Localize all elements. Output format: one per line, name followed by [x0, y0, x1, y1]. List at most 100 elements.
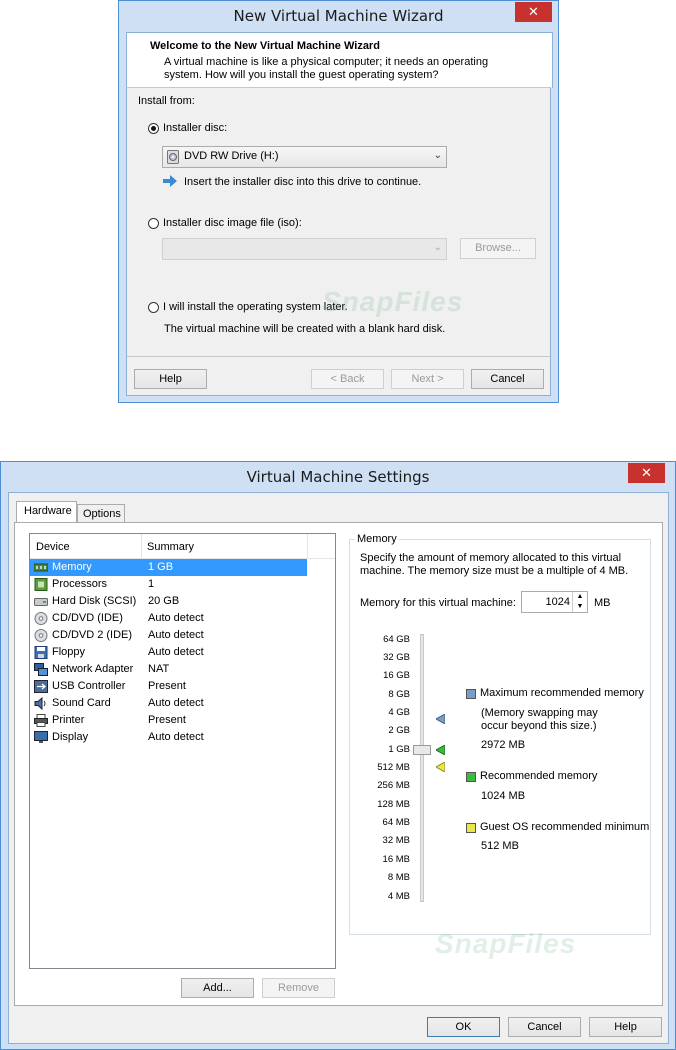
max-recommended-marker-icon: [434, 713, 446, 727]
list-item-processors[interactable]: Processors 1: [30, 576, 307, 593]
device-list-header: Device Summary: [30, 534, 335, 559]
list-item-memory[interactable]: Memory 1 GB: [30, 559, 307, 576]
list-item-printer[interactable]: Printer Present: [30, 712, 307, 729]
close-button[interactable]: ✕: [628, 463, 665, 483]
wizard-header: Welcome to the New Virtual Machine Wizar…: [126, 32, 553, 88]
scale-tick: 1 GB: [388, 744, 410, 755]
recommended-swatch: [466, 772, 476, 782]
window-title: New Virtual Machine Wizard: [233, 7, 444, 25]
browse-button[interactable]: Browse...: [460, 238, 536, 259]
tab-options[interactable]: Options: [77, 504, 125, 523]
guest-minimum-marker-icon: [434, 761, 446, 775]
device-name: USB Controller: [52, 680, 126, 692]
hard-disk-icon: [34, 595, 48, 608]
vm-settings-window: Virtual Machine Settings ✕ Hardware Opti…: [0, 461, 676, 1050]
guest-minimum-value: 512 MB: [481, 840, 519, 852]
memory-group: Memory Specify the amount of memory allo…: [349, 533, 651, 935]
wizard-header-desc-line1: A virtual machine is like a physical com…: [164, 56, 489, 68]
sound-card-icon: [34, 696, 48, 711]
wizard-header-title: Welcome to the New Virtual Machine Wizar…: [150, 40, 380, 52]
scale-tick: 4 MB: [387, 891, 410, 902]
device-name: Network Adapter: [52, 663, 134, 675]
list-item-hard-disk[interactable]: Hard Disk (SCSI) 20 GB: [30, 593, 307, 610]
tab-hardware[interactable]: Hardware: [16, 501, 77, 523]
iso-path-combo[interactable]: ⌄: [162, 238, 447, 260]
disc-hint: Insert the installer disc into this driv…: [184, 176, 422, 188]
device-summary: 20 GB: [148, 595, 180, 607]
recommended-marker-icon: [434, 744, 446, 758]
device-list[interactable]: Device Summary Memory 1 GB Processors 1: [29, 533, 336, 969]
device-summary: NAT: [148, 663, 170, 675]
memory-slider-track[interactable]: [420, 634, 424, 902]
processor-icon: [34, 578, 48, 591]
chevron-down-icon: ⌄: [433, 150, 442, 161]
device-summary: Auto detect: [148, 646, 204, 658]
list-item-sound-card[interactable]: Sound Card Auto detect: [30, 695, 307, 712]
device-summary: Auto detect: [148, 612, 204, 624]
wizard-header-desc-line2: system. How will you install the guest o…: [164, 69, 439, 81]
iso-label[interactable]: Installer disc image file (iso):: [163, 217, 302, 229]
device-summary: 1: [148, 578, 155, 590]
scale-tick: 256 MB: [377, 780, 410, 791]
install-later-hint: The virtual machine will be created with…: [164, 323, 446, 335]
installer-disc-label[interactable]: Installer disc:: [163, 122, 227, 134]
max-recommended-swatch: [466, 689, 476, 699]
list-item-network-adapter[interactable]: Network Adapter NAT: [30, 661, 307, 678]
device-name: Memory: [52, 561, 92, 573]
install-later-label[interactable]: I will install the operating system late…: [163, 301, 348, 313]
recommended-value: 1024 MB: [481, 790, 526, 802]
memory-spinbox[interactable]: 1024 ▲ ▼: [521, 591, 588, 613]
window-title: Virtual Machine Settings: [246, 468, 430, 486]
tab-hardware-label: Hardware: [24, 505, 72, 517]
scale-tick: 16 MB: [382, 854, 410, 865]
summary-column-header[interactable]: Summary: [147, 541, 194, 553]
installer-disc-radio[interactable]: [148, 123, 159, 134]
device-column-header[interactable]: Device: [36, 541, 70, 553]
watermark-logo: SnapFiles: [322, 286, 464, 317]
close-button[interactable]: ✕: [515, 2, 552, 22]
recommended-label: Recommended memory: [480, 770, 598, 782]
scale-tick: 2 GB: [388, 725, 410, 736]
device-name: CD/DVD 2 (IDE): [52, 629, 133, 641]
memory-unit: MB: [594, 597, 611, 609]
guest-minimum-label: Guest OS recommended minimum: [480, 821, 650, 833]
scale-tick: 4 GB: [388, 707, 410, 718]
list-item-cd-dvd-2[interactable]: CD/DVD 2 (IDE) Auto detect: [30, 627, 307, 644]
memory-slider-thumb[interactable]: [413, 745, 431, 755]
drive-select[interactable]: DVD RW Drive (H:) ⌄: [162, 146, 447, 168]
ok-button[interactable]: OK: [427, 1017, 500, 1037]
list-item-cd-dvd[interactable]: CD/DVD (IDE) Auto detect: [30, 610, 307, 627]
scale-tick: 512 MB: [377, 762, 410, 773]
iso-radio[interactable]: [148, 218, 159, 229]
next-button[interactable]: Next >: [391, 369, 464, 389]
floppy-icon: [34, 646, 48, 659]
remove-button[interactable]: Remove: [262, 978, 335, 998]
spin-down-icon[interactable]: ▼: [572, 602, 587, 612]
device-name: Sound Card: [52, 697, 111, 709]
cd-dvd-icon: [34, 612, 48, 625]
help-button[interactable]: Help: [134, 369, 207, 389]
tab-options-label: Options: [83, 508, 121, 520]
column-divider: [307, 534, 308, 558]
max-recommended-label: Maximum recommended memory: [480, 687, 644, 699]
help-button[interactable]: Help: [589, 1017, 662, 1037]
device-name: Floppy: [52, 646, 86, 658]
device-summary: Auto detect: [148, 731, 204, 743]
cancel-button[interactable]: Cancel: [471, 369, 544, 389]
spin-up-icon[interactable]: ▲: [572, 592, 587, 602]
device-summary: 1 GB: [148, 561, 174, 573]
back-button[interactable]: < Back: [311, 369, 384, 389]
scale-tick: 64 GB: [383, 634, 410, 645]
add-button[interactable]: Add...: [181, 978, 254, 998]
scale-tick: 16 GB: [383, 670, 410, 681]
list-item-usb-controller[interactable]: USB Controller Present: [30, 678, 307, 695]
scale-tick: 8 GB: [388, 689, 410, 700]
list-item-display[interactable]: Display Auto detect: [30, 729, 307, 746]
memory-input[interactable]: 1024: [546, 596, 570, 608]
list-item-floppy[interactable]: Floppy Auto detect: [30, 644, 307, 661]
device-name: Hard Disk (SCSI): [52, 595, 137, 607]
column-divider: [141, 534, 142, 558]
cancel-button[interactable]: Cancel: [508, 1017, 581, 1037]
install-later-radio[interactable]: [148, 302, 159, 313]
network-adapter-icon: [34, 663, 48, 676]
